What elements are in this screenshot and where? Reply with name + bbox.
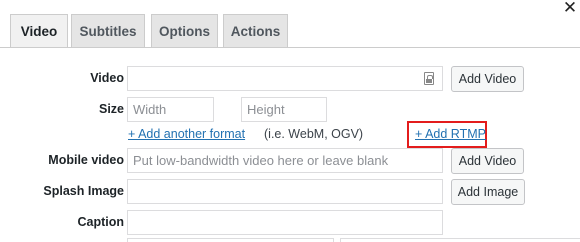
tab-options[interactable]: Options [151, 14, 218, 47]
tab-video[interactable]: Video [10, 14, 68, 48]
video-label: Video [90, 71, 124, 85]
splash-image-label: Splash Image [43, 184, 124, 198]
media-picker-icon[interactable] [424, 72, 434, 85]
add-rtmp-link[interactable]: + Add RTMP [415, 127, 486, 141]
format-hint: (i.e. WebM, OGV) [264, 127, 364, 141]
video-url-input[interactable] [127, 66, 443, 91]
mobile-video-input[interactable]: Put low-bandwidth video here or leave bl… [127, 148, 443, 173]
mobile-video-label: Mobile video [48, 153, 124, 167]
caption-label: Caption [77, 215, 124, 229]
tab-actions[interactable]: Actions [223, 14, 288, 47]
cropped-input-left[interactable] [127, 238, 334, 242]
add-another-format-link[interactable]: + Add another format [128, 127, 245, 141]
add-mobile-video-button[interactable]: Add Video [451, 148, 524, 174]
add-image-button[interactable]: Add Image [451, 179, 525, 205]
caption-input[interactable] [127, 210, 443, 235]
tab-subtitles[interactable]: Subtitles [71, 14, 145, 47]
splash-image-input[interactable] [127, 179, 443, 204]
close-icon[interactable]: ✕ [560, 0, 580, 20]
add-video-button[interactable]: Add Video [451, 66, 524, 92]
cropped-input-right[interactable] [340, 238, 580, 242]
tab-bar-divider [0, 47, 580, 48]
height-input[interactable]: Height [241, 97, 327, 122]
width-input[interactable]: Width [127, 97, 214, 122]
size-label: Size [98, 102, 124, 116]
